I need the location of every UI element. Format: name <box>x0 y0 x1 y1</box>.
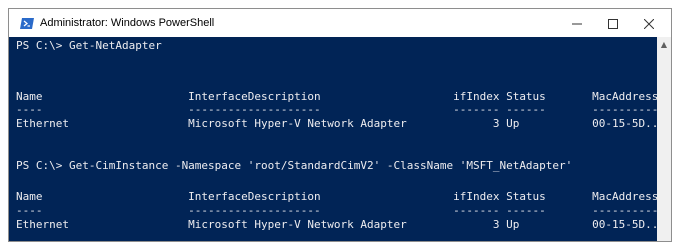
console-output[interactable]: PS C:\> Get-NetAdapter Name InterfaceDes… <box>9 37 665 241</box>
console-line: Name InterfaceDescription ifIndex Status… <box>16 190 659 203</box>
console-line: ---- -------------------- ------- ------… <box>16 103 659 116</box>
console-line: PS C:\> Get-CimInstance -Namespace 'root… <box>16 159 573 172</box>
console-line: ---- -------------------- ------- ------… <box>16 204 659 217</box>
console-line: Name InterfaceDescription ifIndex Status… <box>16 90 659 103</box>
console-line: Ethernet Microsoft Hyper-V Network Adapt… <box>16 117 666 130</box>
powershell-icon <box>20 17 34 29</box>
scroll-up-button[interactable]: ▲ <box>657 37 671 51</box>
scroll-thumb[interactable] <box>659 53 669 241</box>
console-line: Ethernet Microsoft Hyper-V Network Adapt… <box>16 218 666 231</box>
vertical-scrollbar[interactable]: ▲ <box>657 37 671 241</box>
close-button[interactable] <box>631 9 667 37</box>
powershell-window: Administrator: Windows PowerShell PS C:\… <box>8 8 672 242</box>
title-bar[interactable]: Administrator: Windows PowerShell <box>9 9 671 37</box>
close-icon <box>643 14 655 33</box>
minimize-button[interactable] <box>559 9 595 37</box>
maximize-icon <box>608 14 618 33</box>
console-line: PS C:\> Get-NetAdapter <box>16 39 162 52</box>
scroll-up-arrow-icon: ▲ <box>660 39 668 49</box>
window-title: Administrator: Windows PowerShell <box>40 17 215 29</box>
maximize-button[interactable] <box>595 9 631 37</box>
minimize-icon <box>572 14 582 33</box>
